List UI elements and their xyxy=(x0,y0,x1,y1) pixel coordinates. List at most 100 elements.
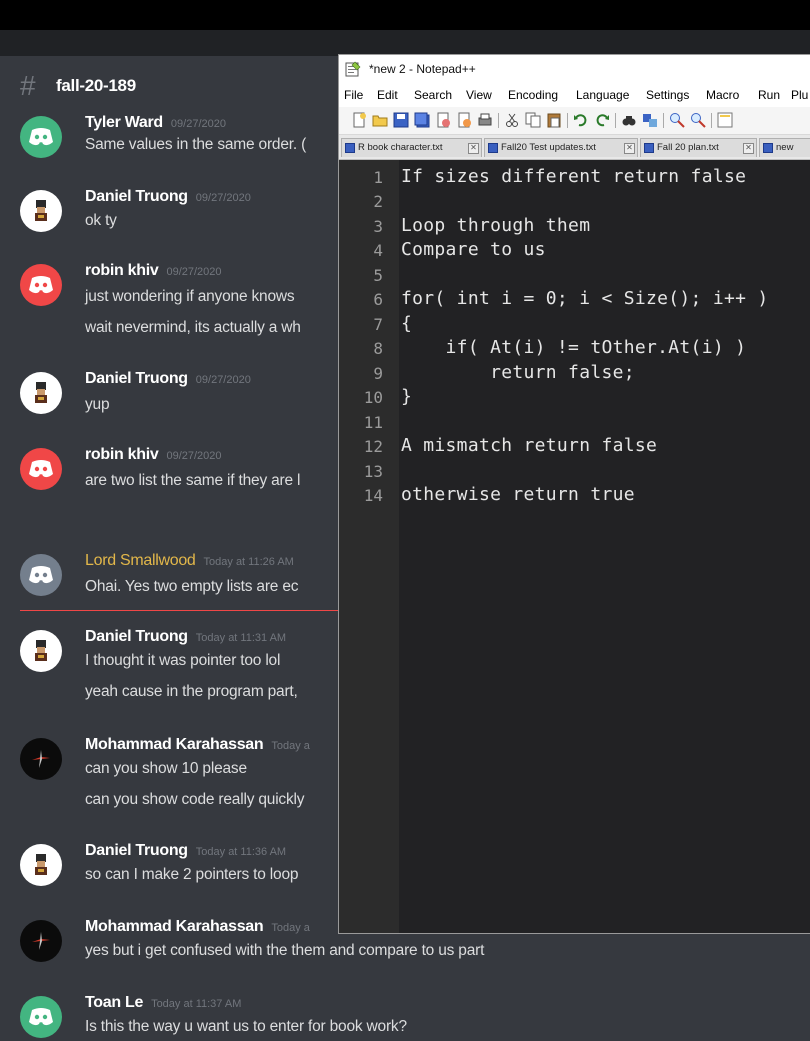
line-number: 3 xyxy=(373,217,383,236)
username[interactable]: Daniel Truong xyxy=(85,188,188,205)
line-number: 2 xyxy=(373,192,383,211)
code-line: return false; xyxy=(401,362,635,383)
avatar-character-icon[interactable] xyxy=(20,372,62,414)
toolbar-separator xyxy=(663,113,664,128)
timestamp: 09/27/2020 xyxy=(195,192,251,204)
zoom-out-icon[interactable] xyxy=(690,112,706,128)
zoom-in-icon[interactable] xyxy=(669,112,685,128)
line-number: 9 xyxy=(373,364,383,383)
tab-close-icon[interactable]: ✕ xyxy=(743,143,754,154)
line-number: 13 xyxy=(363,462,383,481)
username[interactable]: robin khiv xyxy=(85,262,159,279)
undo-icon[interactable] xyxy=(573,112,589,128)
toolbar-separator xyxy=(567,113,568,128)
menu-macro[interactable]: Macro xyxy=(706,88,739,102)
message-text: I thought it was pointer too lol xyxy=(85,652,281,669)
code-editor[interactable]: 1 2 3 4 5 6 7 8 9 10 11 12 13 14 If size… xyxy=(339,160,810,933)
avatar-discord-icon[interactable] xyxy=(20,996,62,1038)
menu-view[interactable]: View xyxy=(466,88,492,102)
menu-plugins[interactable]: Plu xyxy=(791,88,808,102)
username[interactable]: Daniel Truong xyxy=(85,628,188,645)
menu-edit[interactable]: Edit xyxy=(377,88,398,102)
message-text: just wondering if anyone knows xyxy=(85,288,295,305)
open-file-icon[interactable] xyxy=(372,112,388,128)
username[interactable]: Mohammad Karahassan xyxy=(85,918,264,935)
message-text: wait nevermind, its actually a wh xyxy=(85,319,301,336)
avatar-logo-icon[interactable] xyxy=(20,738,62,780)
username[interactable]: Mohammad Karahassan xyxy=(85,736,264,753)
menu-search[interactable]: Search xyxy=(414,88,452,102)
paste-icon[interactable] xyxy=(546,112,562,128)
tab-new[interactable]: new xyxy=(759,138,810,157)
timestamp: 09/27/2020 xyxy=(195,374,251,386)
avatar-discord-icon[interactable] xyxy=(20,554,62,596)
username[interactable]: Tyler Ward xyxy=(85,114,163,131)
line-number: 8 xyxy=(373,339,383,358)
timestamp: 09/27/2020 xyxy=(166,450,222,462)
toolbar xyxy=(339,107,810,135)
sync-scroll-icon[interactable] xyxy=(717,112,733,128)
line-number: 14 xyxy=(363,486,383,505)
close-file-icon[interactable] xyxy=(435,112,451,128)
line-number: 6 xyxy=(373,290,383,309)
save-all-icon[interactable] xyxy=(414,112,430,128)
tab-close-icon[interactable]: ✕ xyxy=(468,143,479,154)
copy-icon[interactable] xyxy=(525,112,541,128)
avatar-discord-icon[interactable] xyxy=(20,116,62,158)
menu-language[interactable]: Language xyxy=(576,88,629,102)
code-line: If sizes different return false xyxy=(401,166,747,187)
find-icon[interactable] xyxy=(621,112,637,128)
timestamp: Today at 11:37 AM xyxy=(151,998,242,1010)
tab-fall-20-plan[interactable]: Fall 20 plan.txt ✕ xyxy=(640,138,757,157)
line-number: 4 xyxy=(373,241,383,260)
message-text: Is this the way u want us to enter for b… xyxy=(85,1018,407,1035)
username[interactable]: Lord Smallwood xyxy=(85,552,196,569)
avatar-character-icon[interactable] xyxy=(20,630,62,672)
toolbar-separator xyxy=(615,113,616,128)
message-text: ok ty xyxy=(85,212,117,229)
discord-title-strip xyxy=(0,30,810,56)
menu-settings[interactable]: Settings xyxy=(646,88,689,102)
timestamp: Today a xyxy=(271,740,310,752)
avatar-discord-icon[interactable] xyxy=(20,264,62,306)
file-saved-icon xyxy=(345,143,355,153)
notepad-titlebar[interactable]: *new 2 - Notepad++ xyxy=(339,55,810,83)
top-black-bar xyxy=(0,0,810,30)
avatar-discord-icon[interactable] xyxy=(20,448,62,490)
timestamp: Today at 11:26 AM xyxy=(203,556,294,568)
menu-file[interactable]: File xyxy=(344,88,363,102)
notepad-app-icon xyxy=(345,61,361,77)
timestamp: Today a xyxy=(271,922,310,934)
username[interactable]: Daniel Truong xyxy=(85,370,188,387)
window-title: *new 2 - Notepad++ xyxy=(369,62,476,76)
print-icon[interactable] xyxy=(477,112,493,128)
menu-bar: File Edit Search View Encoding Language … xyxy=(339,83,810,107)
close-all-icon[interactable] xyxy=(456,112,472,128)
username[interactable]: robin khiv xyxy=(85,446,159,463)
line-number: 1 xyxy=(373,168,383,187)
message-text: yup xyxy=(85,396,110,413)
username[interactable]: Toan Le xyxy=(85,994,143,1011)
avatar-logo-icon[interactable] xyxy=(20,920,62,962)
toolbar-separator xyxy=(711,113,712,128)
file-saved-icon xyxy=(763,143,773,153)
redo-icon[interactable] xyxy=(594,112,610,128)
avatar-character-icon[interactable] xyxy=(20,844,62,886)
menu-run[interactable]: Run xyxy=(758,88,780,102)
username[interactable]: Daniel Truong xyxy=(85,842,188,859)
save-icon[interactable] xyxy=(393,112,409,128)
tab-book-character[interactable]: R book character.txt ✕ xyxy=(341,138,482,157)
tab-fall20-test-updates[interactable]: Fall20 Test updates.txt ✕ xyxy=(484,138,638,157)
new-file-icon[interactable] xyxy=(351,112,367,128)
code-line: { xyxy=(401,313,413,334)
line-number: 12 xyxy=(363,437,383,456)
channel-name: fall-20-189 xyxy=(56,76,136,95)
code-line: A mismatch return false xyxy=(401,435,658,456)
tab-close-icon[interactable]: ✕ xyxy=(624,143,635,154)
cut-icon[interactable] xyxy=(504,112,520,128)
code-line: Loop through them xyxy=(401,215,591,236)
menu-encoding[interactable]: Encoding xyxy=(508,88,558,102)
avatar-character-icon[interactable] xyxy=(20,190,62,232)
new-messages-divider xyxy=(20,610,340,611)
replace-icon[interactable] xyxy=(642,112,658,128)
